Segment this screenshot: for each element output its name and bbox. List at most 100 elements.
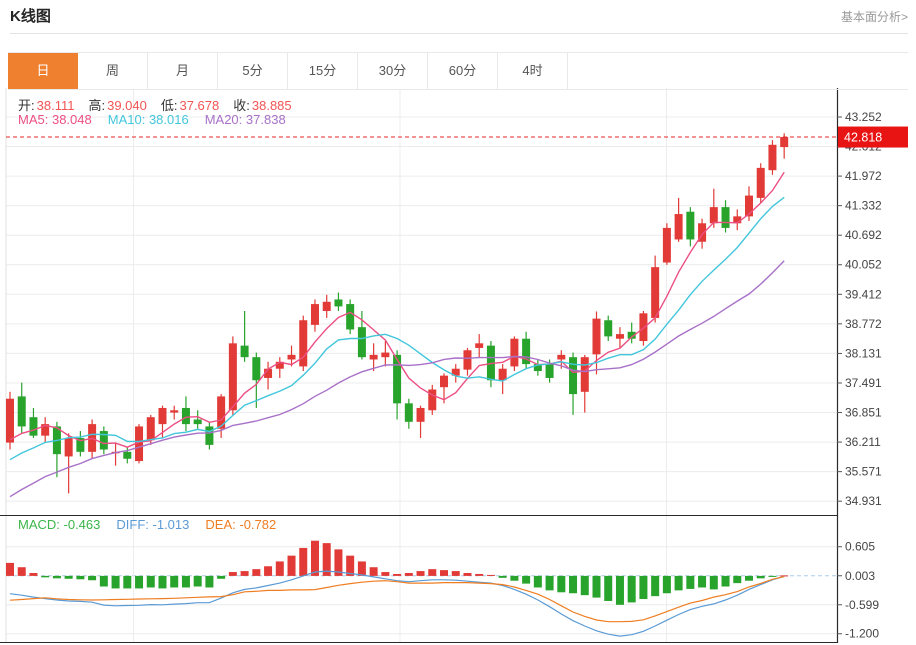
candle-body xyxy=(639,313,647,341)
macd-bar xyxy=(487,575,495,576)
macd-bar xyxy=(65,576,73,579)
axis-tick-label: 40.052 xyxy=(845,258,882,272)
macd-bar xyxy=(428,569,436,576)
macd-bar xyxy=(628,576,636,603)
macd-bar xyxy=(370,567,378,576)
macd-bar xyxy=(733,576,741,583)
macd-bar xyxy=(170,576,178,588)
ma10-readout: MA10: 38.016 xyxy=(108,112,189,127)
candle-body xyxy=(194,420,202,425)
macd-bar xyxy=(358,561,366,575)
macd-bar xyxy=(722,576,730,587)
macd-bar xyxy=(53,576,61,578)
candle-body xyxy=(252,357,260,380)
axis-tick-label: 41.972 xyxy=(845,169,882,183)
candle-body xyxy=(686,212,694,240)
axis-tick-label: 37.491 xyxy=(845,376,882,390)
macd-bar xyxy=(452,571,460,576)
candle-body xyxy=(510,339,518,367)
grid-lines xyxy=(6,88,837,643)
macd-bar xyxy=(780,575,788,576)
macd-bar xyxy=(546,576,554,590)
macd-bar xyxy=(241,571,249,576)
fundamental-analysis-link[interactable]: 基本面分析> xyxy=(841,8,908,25)
tab-week[interactable]: 周 xyxy=(78,53,148,89)
macd-bar xyxy=(6,563,14,576)
axis-tick-label: 35.571 xyxy=(845,465,882,479)
macd-bar xyxy=(616,576,624,605)
candle-body xyxy=(370,355,378,360)
macd-bar xyxy=(229,572,237,576)
candle-body xyxy=(675,214,683,239)
candle-body xyxy=(6,399,14,443)
candle-body xyxy=(663,228,671,263)
macd-bar xyxy=(76,576,84,579)
candle-body xyxy=(334,299,342,306)
ma5-readout: MA5: 38.048 xyxy=(18,112,92,127)
candle-body xyxy=(288,355,296,360)
dea-value: DEA: -0.782 xyxy=(205,517,276,532)
candle-body xyxy=(147,417,155,440)
candle-body xyxy=(346,304,354,329)
macd-bar xyxy=(29,573,37,576)
candle-body xyxy=(182,408,190,424)
macd-bar xyxy=(745,576,753,581)
macd-bar xyxy=(135,576,143,589)
tab-15min[interactable]: 15分 xyxy=(288,53,358,89)
candle-body xyxy=(29,417,37,435)
kline-panel: 43.25242.61241.97241.33240.69240.05239.4… xyxy=(0,0,916,645)
macd-bar xyxy=(299,548,307,576)
macd-bar xyxy=(123,576,131,589)
macd-bar xyxy=(593,576,601,598)
axis-tick-label: 0.605 xyxy=(845,540,875,554)
y-axis-labels: 43.25242.61241.97241.33240.69240.05239.4… xyxy=(837,110,882,641)
axis-tick-label: -0.599 xyxy=(845,598,879,612)
macd-bar xyxy=(522,576,530,584)
candle-body xyxy=(581,357,589,392)
macd-bar xyxy=(475,574,483,576)
low-value: 37.678 xyxy=(179,98,219,113)
candle-body xyxy=(616,334,624,339)
macd-bar xyxy=(768,576,776,577)
macd-bar xyxy=(288,556,296,576)
macd-bar xyxy=(18,567,26,576)
axis-tick-label: 36.211 xyxy=(845,435,881,449)
tab-60min[interactable]: 60分 xyxy=(428,53,498,89)
macd-readout: MACD: -0.463DIFF: -1.013DEA: -0.782 xyxy=(18,517,292,532)
candle-body xyxy=(440,376,448,388)
tab-4hour[interactable]: 4时 xyxy=(498,53,568,89)
macd-bar xyxy=(417,571,425,576)
macd-bar xyxy=(698,576,706,588)
macd-bar xyxy=(182,576,190,588)
axis-tick-label: 0.003 xyxy=(845,569,875,583)
tab-month[interactable]: 月 xyxy=(148,53,218,89)
tab-30min[interactable]: 30分 xyxy=(358,53,428,89)
macd-histogram xyxy=(6,541,788,605)
macd-bar xyxy=(264,566,272,576)
candle-body xyxy=(546,364,554,378)
macd-bar xyxy=(499,576,507,578)
macd-bar xyxy=(510,576,518,581)
candle-body xyxy=(241,346,249,358)
candle-body xyxy=(604,320,612,336)
candle-body xyxy=(557,355,565,360)
macd-bar xyxy=(311,541,319,576)
close-value: 38.885 xyxy=(252,98,292,113)
macd-bar xyxy=(276,561,284,575)
macd-bar xyxy=(381,572,389,576)
macd-value: MACD: -0.463 xyxy=(18,517,100,532)
macd-bar xyxy=(147,576,155,588)
macd-bar xyxy=(534,576,542,588)
candle-body xyxy=(170,410,178,412)
macd-bar xyxy=(205,576,213,588)
macd-bar xyxy=(393,574,401,576)
candle-body xyxy=(757,168,765,198)
candle-body xyxy=(18,396,26,426)
price-badge: 42.818 xyxy=(838,127,908,148)
candle-body xyxy=(417,408,425,422)
tab-day[interactable]: 日 xyxy=(8,53,78,89)
tab-5min[interactable]: 5分 xyxy=(218,53,288,89)
candle-body xyxy=(780,137,788,147)
macd-bar xyxy=(639,576,647,599)
candle-body xyxy=(475,343,483,348)
